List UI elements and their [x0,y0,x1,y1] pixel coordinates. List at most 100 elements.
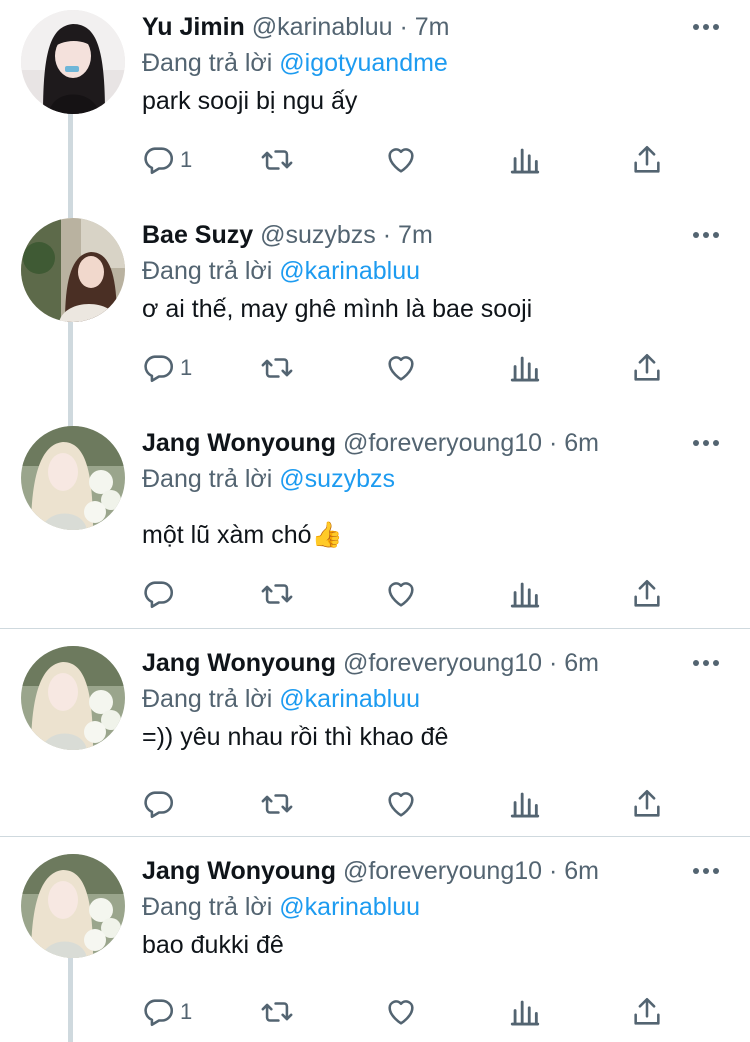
share-button[interactable] [630,574,664,614]
analytics-icon [510,1000,540,1026]
analytics-button[interactable] [508,784,542,824]
thread-connector [68,416,73,426]
analytics-button[interactable] [508,140,542,180]
reply-button[interactable] [142,574,180,614]
heart-icon [388,1000,414,1025]
reply-count: 1 [180,147,193,172]
display-name[interactable]: Yu Jimin [142,13,245,41]
timestamp[interactable]: 6m [564,649,599,677]
username[interactable]: @suzybzs [260,221,376,249]
divider [0,628,750,629]
mention-link[interactable]: @karinabluu [279,685,420,713]
more-icon [693,440,719,446]
reply-button[interactable] [142,784,180,824]
avatar[interactable] [21,10,125,114]
divider [0,836,750,837]
timestamp[interactable]: 7m [415,13,450,41]
analytics-button[interactable] [508,348,542,388]
tweet-header: Jang Wonyoung @foreveryoung10 · 6m [142,854,690,888]
share-button[interactable] [630,140,664,180]
avatar-image [21,646,125,750]
analytics-button[interactable] [508,992,542,1032]
thread-connector [68,958,73,1042]
share-icon [634,997,660,1025]
separator-dot: · [382,221,392,249]
retweet-button[interactable] [260,784,294,824]
separator-dot: · [549,429,558,457]
tweet-actions: 1 [142,992,672,1032]
tweet[interactable]: Bae Suzy @suzybzs · 7m Đang trả lời @kar… [0,208,750,416]
retweet-button[interactable] [260,140,294,180]
timestamp[interactable]: 6m [564,857,599,885]
more-icon [693,24,719,30]
reply-button[interactable]: 1 [142,992,192,1032]
like-button[interactable] [384,348,418,388]
mention-link[interactable]: @igotyuandme [279,49,448,77]
display-name[interactable]: Bae Suzy [142,221,253,249]
reply-thread: Yu Jimin @karinabluu · 7m Đang trả lời @… [0,0,750,1042]
username[interactable]: @karinabluu [252,13,393,41]
mention-link[interactable]: @suzybzs [279,465,395,493]
avatar-image [21,854,125,958]
avatar[interactable] [21,218,125,322]
like-button[interactable] [384,992,418,1032]
mention-link[interactable]: @karinabluu [279,893,420,921]
avatar[interactable] [21,854,125,958]
share-button[interactable] [630,784,664,824]
like-button[interactable] [384,574,418,614]
retweet-button[interactable] [260,348,294,388]
reply-count: 1 [180,355,193,380]
avatar[interactable] [21,646,125,750]
retweet-icon [261,1002,293,1022]
display-name[interactable]: Jang Wonyoung [142,649,336,677]
tweet-text: park sooji bị ngu ấy [142,87,358,115]
replying-to-label: Đang trả lời [142,465,273,493]
retweet-button[interactable] [260,992,294,1032]
tweet[interactable]: Jang Wonyoung @foreveryoung10 · 6m Đang … [0,844,750,1042]
like-button[interactable] [384,784,418,824]
more-button[interactable] [692,650,720,676]
more-button[interactable] [692,14,720,40]
analytics-icon [510,792,540,818]
share-icon [634,789,660,817]
avatar-image [21,10,125,114]
separator-dot: · [549,649,558,677]
tweet[interactable]: Jang Wonyoung @foreveryoung10 · 6m Đang … [0,416,750,628]
heart-icon [388,148,414,173]
replying-to: Đang trả lời @igotyuandme [142,46,448,80]
heart-icon [388,792,414,817]
username[interactable]: @foreveryoung10 [343,649,542,677]
timestamp[interactable]: 6m [564,429,599,457]
share-button[interactable] [630,992,664,1032]
like-button[interactable] [384,140,418,180]
share-icon [634,145,660,173]
replying-to-label: Đang trả lời [142,685,273,713]
reply-count: 1 [180,999,193,1024]
timestamp[interactable]: 7m [398,221,433,249]
tweet-text: ơ ai thế, may ghê mình là bae sooji [142,295,533,323]
tweet[interactable]: Yu Jimin @karinabluu · 7m Đang trả lời @… [0,0,750,208]
more-icon [693,868,719,874]
more-button[interactable] [692,430,720,456]
more-button[interactable] [692,222,720,248]
display-name[interactable]: Jang Wonyoung [142,429,336,457]
username[interactable]: @foreveryoung10 [343,857,542,885]
username[interactable]: @foreveryoung10 [343,429,542,457]
analytics-button[interactable] [508,574,542,614]
share-button[interactable] [630,348,664,388]
retweet-icon [261,584,293,604]
more-button[interactable] [692,858,720,884]
separator-dot: · [399,13,408,41]
replying-to-label: Đang trả lời [142,49,273,77]
retweet-button[interactable] [260,574,294,614]
mention-link[interactable]: @karinabluu [279,257,420,285]
tweet-header: Yu Jimin @karinabluu · 7m [142,10,690,44]
reply-button[interactable]: 1 [142,348,192,388]
retweet-icon [261,794,293,814]
thread-connector [68,114,73,208]
avatar[interactable] [21,426,125,530]
replying-to-label: Đang trả lời [142,257,273,285]
display-name[interactable]: Jang Wonyoung [142,857,336,885]
reply-button[interactable]: 1 [142,140,192,180]
tweet[interactable]: Jang Wonyoung @foreveryoung10 · 6m Đang … [0,636,750,836]
